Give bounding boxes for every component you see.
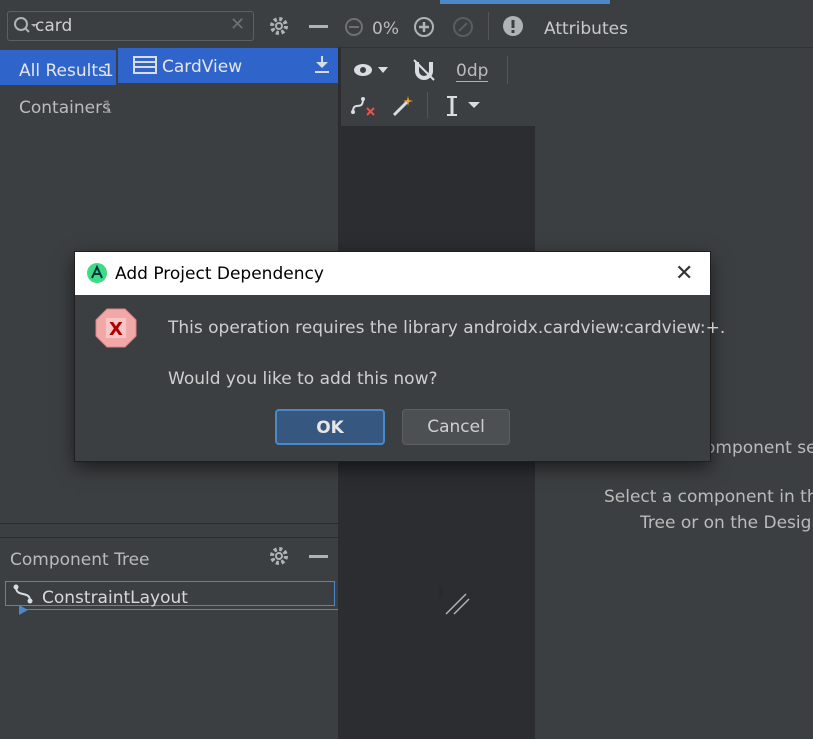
gear-icon[interactable]	[268, 545, 290, 567]
toolbar-divider	[488, 12, 489, 40]
panel-splitter[interactable]	[0, 523, 338, 538]
add-dependency-dialog: Add Project Dependency ✕ X This operatio…	[75, 252, 725, 461]
constraintlayout-icon	[13, 584, 33, 604]
attributes-empty-title: omponent se	[705, 438, 813, 458]
ok-button[interactable]: OK	[275, 409, 385, 445]
zoom-in-icon[interactable]	[413, 16, 435, 38]
toolbar-divider	[427, 92, 428, 118]
warning-icon[interactable]	[502, 15, 524, 37]
active-tab-indicator	[440, 0, 610, 4]
dialog-message: This operation requires the library andr…	[168, 318, 726, 338]
infer-constraints-icon[interactable]	[391, 94, 415, 118]
cardview-icon	[133, 56, 157, 74]
magnet-off-icon[interactable]	[412, 58, 436, 82]
default-margin[interactable]: 0dp	[456, 61, 489, 82]
minimize-icon[interactable]	[309, 555, 328, 558]
tree-item-label: ConstraintLayout	[42, 588, 188, 608]
zoom-out-icon[interactable]	[344, 17, 364, 37]
eye-icon[interactable]	[353, 60, 393, 80]
drop-indicator-arrow	[19, 605, 28, 615]
clear-search-icon[interactable]: ✕	[230, 14, 245, 35]
tab-containers-count: 1	[102, 98, 113, 118]
component-tree-title: Component Tree	[10, 550, 150, 570]
drop-indicator	[20, 609, 338, 610]
cancel-button[interactable]: Cancel	[402, 409, 510, 445]
dialog-title: Add Project Dependency	[115, 264, 324, 284]
attributes-hint-line1: Select a component in the	[604, 487, 813, 507]
resize-handle-icon[interactable]	[436, 584, 472, 618]
clear-constraints-icon[interactable]	[350, 94, 378, 118]
search-query: card	[35, 16, 73, 36]
attributes-hint-line2: Tree or on the Design	[640, 513, 813, 533]
tab-all-results-count: 1	[103, 61, 114, 81]
tab-all-results-label: All Results	[19, 61, 107, 81]
dialog-question: Would you like to add this now?	[168, 369, 438, 389]
gear-icon[interactable]	[268, 15, 290, 37]
svg-text:X: X	[109, 319, 123, 340]
error-icon: X	[95, 308, 137, 348]
android-studio-icon	[87, 263, 107, 283]
minimize-icon[interactable]	[309, 25, 328, 28]
attributes-title: Attributes	[544, 19, 628, 39]
zoom-to-fit-icon[interactable]	[452, 16, 474, 38]
download-icon[interactable]	[313, 55, 331, 75]
guidelines-icon[interactable]	[444, 94, 484, 118]
toolbar-divider	[507, 56, 508, 84]
result-item-label: CardView	[162, 57, 243, 77]
tab-containers-label[interactable]: Containers	[19, 98, 111, 118]
zoom-level: 0%	[372, 19, 399, 39]
close-icon[interactable]: ✕	[675, 261, 693, 286]
